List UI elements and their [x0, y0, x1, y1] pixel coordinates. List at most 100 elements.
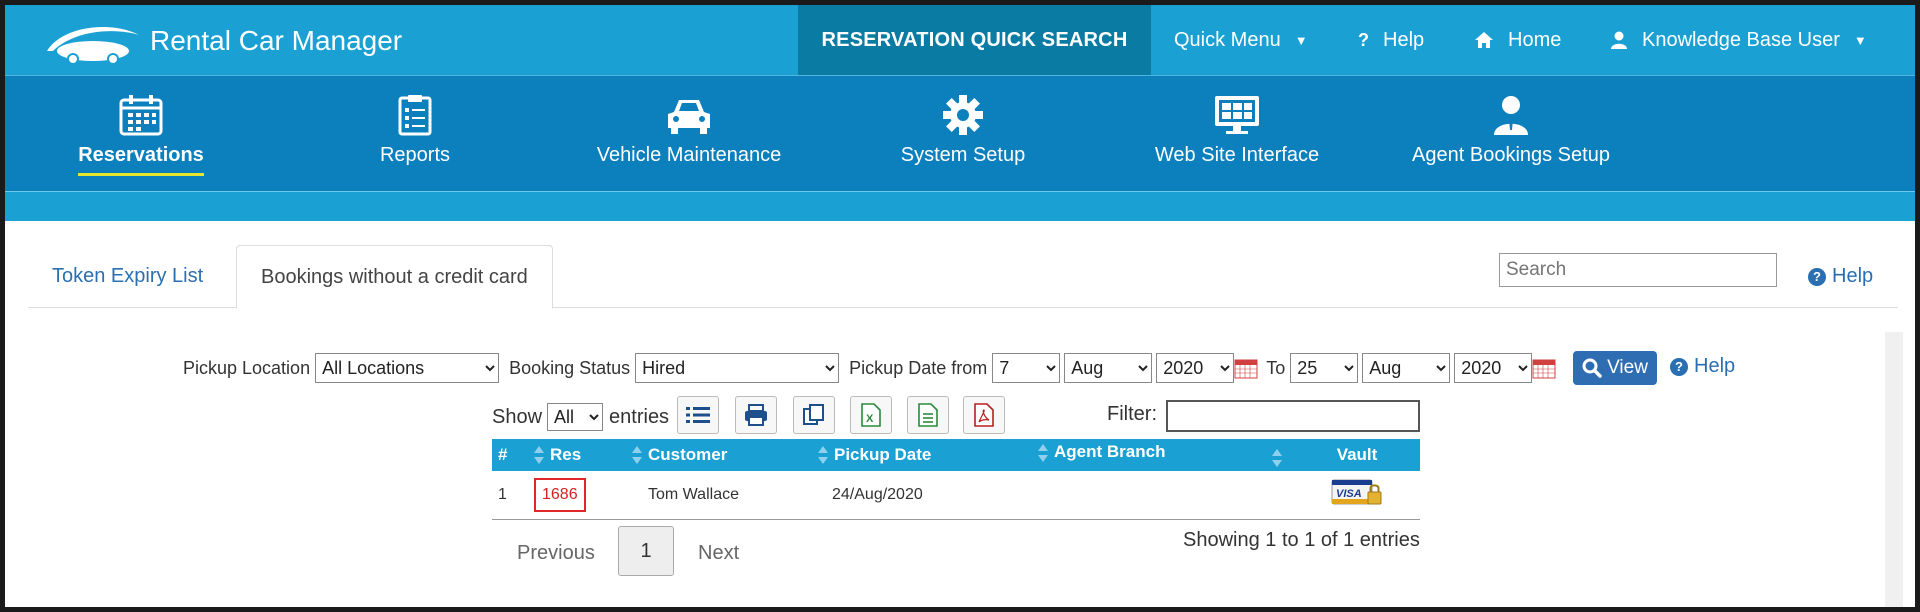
- sort-icon: [632, 446, 642, 465]
- nav-item-web-site-interface[interactable]: Web Site Interface: [1117, 94, 1357, 167]
- next-page-button[interactable]: Next: [698, 542, 739, 565]
- to-year-select[interactable]: 2020: [1454, 353, 1533, 383]
- show-label: Show: [492, 405, 543, 428]
- filter-input[interactable]: [1166, 400, 1420, 432]
- print-icon: [745, 404, 767, 426]
- vertical-scrollbar[interactable]: [1885, 332, 1903, 607]
- filter-help-link[interactable]: ? Help: [1670, 355, 1735, 378]
- user-menu-dropdown[interactable]: Knowledge Base User ▼: [1610, 5, 1867, 75]
- pdf-file-icon: [974, 403, 994, 427]
- calendar-picker-icon[interactable]: [1532, 357, 1556, 379]
- column-header-vault: Vault: [1294, 439, 1420, 471]
- nav-item-vehicle-maintenance[interactable]: Vehicle Maintenance: [569, 94, 809, 167]
- export-pdf-button[interactable]: [963, 396, 1005, 434]
- sort-icon: [1038, 443, 1048, 462]
- reservation-quick-search-button[interactable]: RESERVATION QUICK SEARCH: [798, 5, 1151, 75]
- user-icon: [1611, 31, 1627, 49]
- view-button[interactable]: View: [1573, 351, 1657, 385]
- app-title: Rental Car Manager: [150, 25, 403, 56]
- caret-down-icon: ▼: [1853, 32, 1867, 48]
- export-excel-button[interactable]: X: [850, 396, 892, 434]
- text-file-icon: [918, 403, 938, 427]
- list-icon: [686, 407, 710, 423]
- home-label: Home: [1508, 28, 1562, 51]
- from-day-select[interactable]: 7: [992, 353, 1061, 383]
- filter-label: Filter:: [1107, 403, 1157, 425]
- to-label: To: [1266, 357, 1286, 378]
- entries-summary: Showing 1 to 1 of 1 entries: [1183, 529, 1420, 551]
- clipboard-list-icon: [398, 95, 432, 136]
- show-entries-control: Show All entries: [492, 400, 669, 434]
- column-header-res[interactable]: Res: [528, 439, 626, 471]
- help-menu-link[interactable]: ? Help: [1358, 5, 1424, 75]
- booking-status-label: Booking Status: [509, 357, 631, 378]
- sort-icon: [818, 446, 828, 465]
- search-icon: [1582, 358, 1602, 378]
- nav-item-system-setup[interactable]: System Setup: [843, 94, 1083, 167]
- app-window: Rental Car Manager RESERVATION QUICK SEA…: [0, 0, 1920, 612]
- car-icon: [668, 100, 710, 134]
- reservation-link[interactable]: 1686: [534, 477, 586, 512]
- visa-card-lock-icon[interactable]: VISA: [1331, 477, 1383, 507]
- nav-label: Agent Bookings Setup: [1412, 144, 1610, 166]
- from-month-select[interactable]: Aug: [1064, 353, 1153, 383]
- pickup-date-from-label: Pickup Date from: [849, 357, 988, 378]
- filter-row: Pickup Location All Locations Booking St…: [183, 352, 1556, 384]
- entries-count-select[interactable]: All: [547, 403, 604, 431]
- home-link[interactable]: Home: [1474, 5, 1561, 75]
- tab-token-expiry-list[interactable]: Token Expiry List: [28, 245, 227, 308]
- row-number: 1: [492, 471, 528, 520]
- tab-bookings-without-credit-card[interactable]: Bookings without a credit card: [236, 245, 553, 309]
- table-header-row: # Res Customer Pickup Date Agent Branch …: [492, 439, 1420, 471]
- nav-item-agent-bookings-setup[interactable]: Agent Bookings Setup: [1391, 94, 1631, 167]
- print-button[interactable]: [735, 396, 777, 434]
- copy-button[interactable]: [793, 396, 835, 434]
- column-header-label: Pickup Date: [834, 444, 932, 464]
- nav-item-reports[interactable]: Reports: [295, 94, 535, 167]
- quick-menu-label: Quick Menu: [1174, 28, 1281, 51]
- booking-status-select[interactable]: Hired: [635, 353, 840, 383]
- nav-label: Reservations: [78, 144, 204, 176]
- excel-file-icon: X: [861, 403, 881, 427]
- column-header-label: Agent Branch: [1054, 442, 1166, 461]
- calendar-picker-icon[interactable]: [1234, 357, 1258, 379]
- page-1-button[interactable]: 1: [618, 526, 674, 576]
- from-year-select[interactable]: 2020: [1156, 353, 1235, 383]
- filter-help-label: Help: [1694, 355, 1736, 377]
- monitor-icon: [1215, 96, 1259, 134]
- pickup-location-label: Pickup Location: [183, 357, 311, 378]
- pickup-location-select[interactable]: All Locations: [315, 353, 500, 383]
- help-link-label: Help: [1832, 265, 1874, 287]
- quick-menu-dropdown[interactable]: Quick Menu ▼: [1174, 5, 1308, 75]
- to-day-select[interactable]: 25: [1290, 353, 1359, 383]
- agent-branch-cell: [1032, 471, 1294, 520]
- nav-item-reservations[interactable]: Reservations: [21, 94, 261, 176]
- help-link[interactable]: ? Help: [1808, 265, 1873, 288]
- column-header-agent-branch[interactable]: Agent Branch: [1032, 439, 1294, 471]
- logo-icon: [47, 27, 139, 65]
- column-header-pickup-date[interactable]: Pickup Date: [812, 439, 1032, 471]
- vault-cell: VISA: [1294, 471, 1420, 520]
- question-icon: ?: [1358, 29, 1369, 50]
- question-circle-icon: ?: [1670, 358, 1688, 376]
- column-header-customer[interactable]: Customer: [626, 439, 812, 471]
- svg-text:X: X: [866, 413, 874, 425]
- help-menu-label: Help: [1383, 28, 1425, 51]
- pickup-date-cell: 24/Aug/2020: [812, 471, 1032, 520]
- previous-page-button[interactable]: Previous: [517, 542, 595, 565]
- sort-icon: [534, 446, 544, 465]
- export-csv-button[interactable]: [907, 396, 949, 434]
- agent-user-icon: [1494, 96, 1528, 135]
- view-button-label: View: [1607, 357, 1648, 378]
- column-header-label: Res: [550, 444, 582, 464]
- to-month-select[interactable]: Aug: [1362, 353, 1451, 383]
- nav-label: Web Site Interface: [1154, 144, 1320, 166]
- gear-icon: [943, 95, 983, 135]
- column-visibility-button[interactable]: [677, 396, 719, 434]
- calendar-icon: [119, 95, 163, 136]
- column-header-number[interactable]: #: [492, 439, 528, 471]
- search-input[interactable]: [1499, 253, 1777, 287]
- question-circle-icon: ?: [1808, 268, 1826, 286]
- column-header-label: Customer: [648, 444, 728, 464]
- nav-label: Reports: [379, 144, 451, 166]
